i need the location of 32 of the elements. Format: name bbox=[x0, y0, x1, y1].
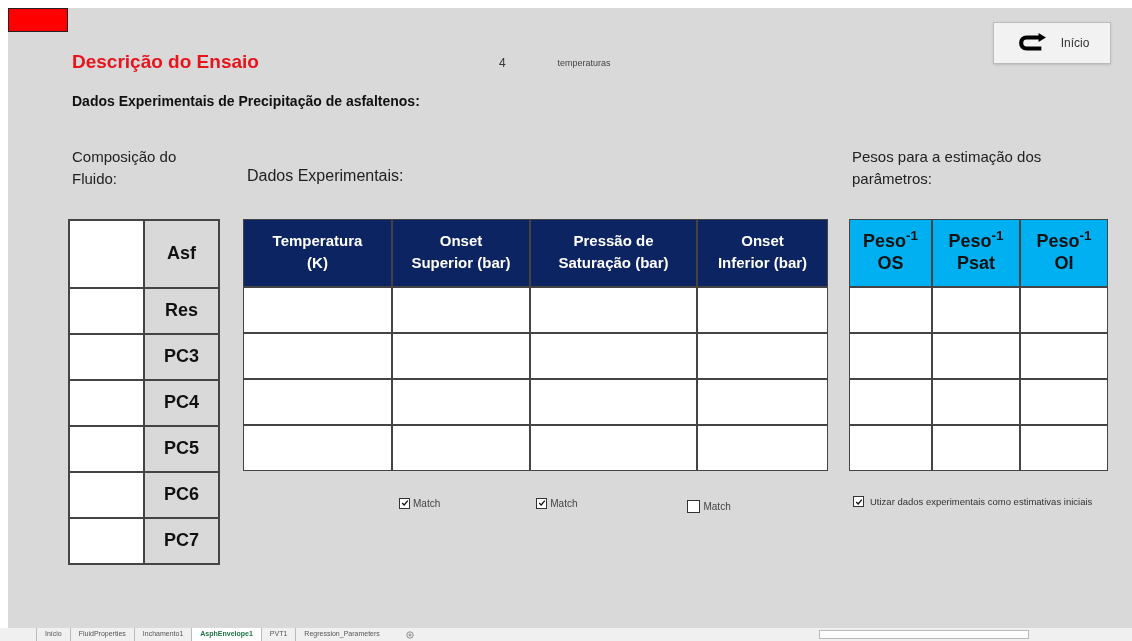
checkbox-label: Match bbox=[413, 496, 441, 511]
row-label: Res bbox=[144, 287, 219, 334]
row-label: PC3 bbox=[144, 333, 219, 380]
column-header: Peso$^{-1}$ OI bbox=[1020, 218, 1108, 287]
column-header: Onset Inferior (bar) bbox=[697, 218, 828, 287]
section-label: Pesos para a estimação dos parâmetros: bbox=[852, 146, 1043, 189]
checkbox[interactable] bbox=[399, 497, 410, 509]
row-label: PC6 bbox=[144, 471, 219, 518]
home-button[interactable]: Início bbox=[993, 22, 1111, 64]
row-label: Asf bbox=[144, 219, 219, 288]
count-unit: temperaturas bbox=[557, 57, 611, 70]
checkbox[interactable] bbox=[853, 496, 864, 508]
marker-box bbox=[8, 8, 68, 32]
row-label: PC5 bbox=[144, 425, 219, 472]
column-header: Pressão de Saturação (bar) bbox=[530, 218, 697, 287]
row-label: PC4 bbox=[144, 379, 219, 426]
checkbox-label: Match bbox=[703, 499, 731, 514]
section-label: Dados Experimentais: bbox=[247, 165, 404, 186]
column-header: Temperatura (K) bbox=[243, 218, 392, 287]
subtitle: Dados Experimentais de Precipitação de asfaltenos: bbox=[72, 91, 420, 111]
column-header: Peso$^{-1}$ OS bbox=[849, 218, 932, 287]
count-value: 4 bbox=[498, 55, 506, 72]
checkbox[interactable] bbox=[687, 499, 701, 513]
column-header: Peso$^{-1}$ Psat bbox=[932, 218, 1020, 287]
row-label: PC7 bbox=[144, 517, 219, 564]
checkbox[interactable] bbox=[536, 497, 548, 509]
section-label: Composição do Fluido: bbox=[72, 146, 178, 189]
horizontal-scrollbar[interactable] bbox=[818, 630, 1029, 639]
page-title: Descrição do Ensaio bbox=[72, 50, 259, 74]
checkbox-label: Match bbox=[550, 496, 578, 511]
column-header: Onset Superior (bar) bbox=[392, 218, 530, 287]
checkbox-label: Utizar dados experimentais como estimativas iniciais bbox=[870, 494, 1093, 509]
